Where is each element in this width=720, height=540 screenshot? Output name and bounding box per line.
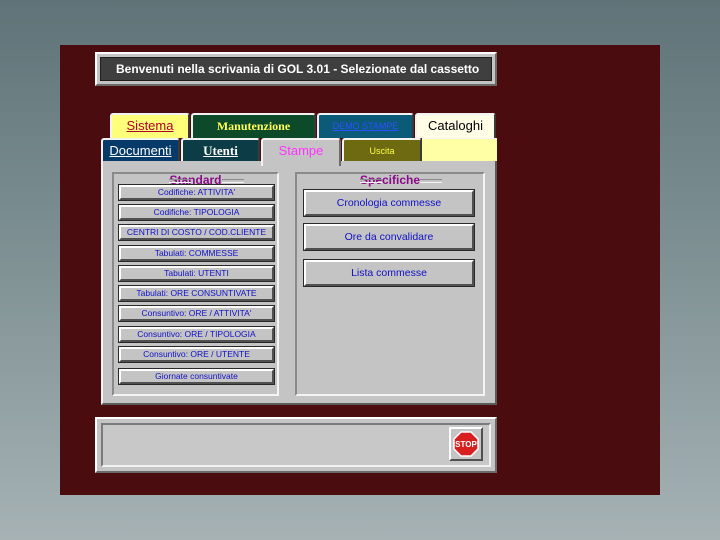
centri-di-costo-button[interactable]: CENTRI DI COSTO / COD.CLIENTE	[118, 224, 275, 241]
tabulati-ore-consuntivate-button[interactable]: Tabulati: ORE CONSUNTIVATE	[118, 285, 275, 302]
tab-stampe[interactable]: Stampe	[261, 138, 341, 166]
bottom-panel: STOP	[95, 417, 497, 473]
specifiche-title-text: Specifiche	[359, 173, 421, 187]
stampe-tab-panel: Standard Codifiche: ATTIVITA' Codifiche:…	[101, 161, 497, 405]
tab-utenti[interactable]: Utenti	[181, 138, 260, 163]
tab-uscita-label: Uscita	[369, 146, 395, 156]
tab-manutenzione[interactable]: Manutenzione	[191, 113, 316, 138]
codifiche-attivita-button[interactable]: Codifiche: ATTIVITA'	[118, 184, 275, 201]
tab-demo-stampe[interactable]: DEMO STAMPE	[317, 113, 414, 138]
tab-documenti[interactable]: Documenti	[101, 138, 180, 163]
tab-demo-stampe-label: DEMO STAMPE	[332, 121, 399, 131]
tab-cataloghi-label: Cataloghi	[428, 118, 483, 133]
tabulati-commesse-button[interactable]: Tabulati: COMMESSE	[118, 245, 275, 262]
tab-manutenzione-label: Manutenzione	[216, 119, 291, 133]
tab-sistema-label: Sistema	[126, 118, 174, 133]
tab-cataloghi[interactable]: Cataloghi	[415, 113, 496, 138]
window-title: Benvenuti nella scrivania di GOL 3.01 - …	[100, 57, 492, 81]
lista-commesse-button[interactable]: Lista commesse	[303, 259, 475, 287]
tab-uscita[interactable]: Uscita	[342, 138, 422, 163]
giornate-consuntivate-button[interactable]: Giornate consuntivate	[118, 368, 275, 385]
tab-documenti-label: Documenti	[109, 143, 172, 158]
app-window: Benvenuti nella scrivania di GOL 3.01 - …	[60, 45, 660, 495]
ore-da-convalidare-button[interactable]: Ore da convalidare	[303, 223, 475, 251]
cronologia-commesse-button[interactable]: Cronologia commesse	[303, 189, 475, 217]
stop-button[interactable]: STOP	[449, 427, 483, 461]
tabulati-utenti-button[interactable]: Tabulati: UTENTI	[118, 265, 275, 282]
consuntivo-ore-utente-button[interactable]: Consuntivo: ORE / UTENTE	[118, 346, 275, 363]
tab-strip-filler	[422, 138, 497, 161]
tab-sistema[interactable]: Sistema	[110, 113, 190, 138]
specifiche-group: Specifiche Cronologia commesse Ore da co…	[295, 172, 485, 396]
stop-sign-icon: STOP	[453, 431, 479, 457]
status-field	[101, 423, 491, 467]
title-bar: Benvenuti nella scrivania di GOL 3.01 - …	[95, 52, 497, 86]
specifiche-group-title: Specifiche	[297, 173, 483, 187]
consuntivo-ore-tipologia-button[interactable]: Consuntivo: ORE / TIPOLOGIA	[118, 326, 275, 343]
tab-utenti-label: Utenti	[203, 143, 238, 158]
codifiche-tipologia-button[interactable]: Codifiche: TIPOLOGIA	[118, 204, 275, 221]
tab-stampe-label: Stampe	[278, 143, 324, 158]
consuntivo-ore-attivita-button[interactable]: Consuntivo: ORE / ATTIVITA'	[118, 305, 275, 322]
standard-group: Standard Codifiche: ATTIVITA' Codifiche:…	[112, 172, 279, 396]
stop-label: STOP	[455, 440, 477, 449]
